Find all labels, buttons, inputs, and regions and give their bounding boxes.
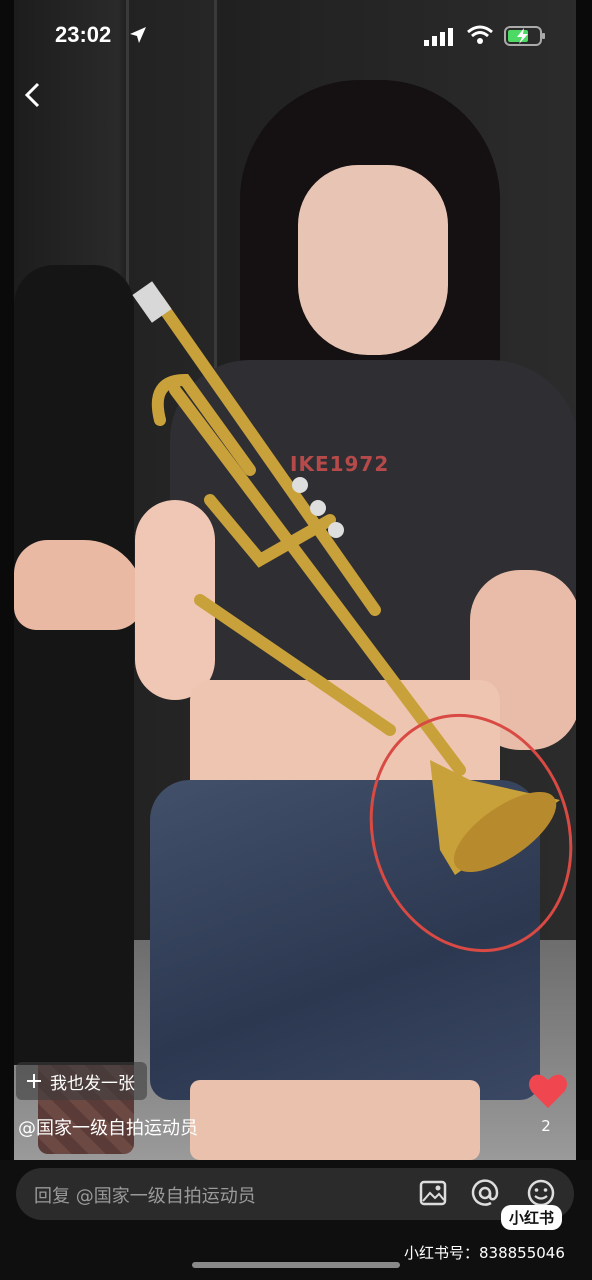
author-handle[interactable]: @国家一级自拍运动员 — [18, 1114, 198, 1140]
back-chevron-icon[interactable] — [18, 80, 48, 110]
heart-like-icon[interactable] — [527, 1070, 569, 1112]
plus-icon — [27, 1074, 41, 1088]
status-time: 23:02 — [55, 22, 112, 47]
left-edge — [0, 0, 14, 1160]
xiaohongshu-id: 小红书号：838855046 — [404, 1244, 565, 1262]
like-count: 2 — [541, 1117, 551, 1135]
status-bar: 23:02 — [0, 0, 592, 70]
xiaohongshu-badge: 小红书 — [501, 1205, 563, 1230]
right-edge — [576, 0, 592, 1160]
home-indicator — [192, 1262, 400, 1268]
wifi-icon — [467, 25, 493, 44]
post-one-too-button[interactable]: 我也发一张 — [16, 1062, 147, 1100]
mention-icon[interactable] — [470, 1178, 500, 1208]
image-icon[interactable] — [418, 1178, 448, 1208]
location-arrow-icon — [130, 27, 146, 43]
emoji-icon[interactable] — [526, 1178, 556, 1208]
post-button-label: 我也发一张 — [50, 1073, 135, 1094]
battery-charging-icon — [504, 26, 545, 46]
photo: IKE1972 — [0, 0, 592, 1160]
cellular-signal-icon — [424, 28, 453, 46]
trumpet — [132, 281, 560, 875]
reply-placeholder: 回复 @国家一级自拍运动员 — [34, 1186, 256, 1207]
